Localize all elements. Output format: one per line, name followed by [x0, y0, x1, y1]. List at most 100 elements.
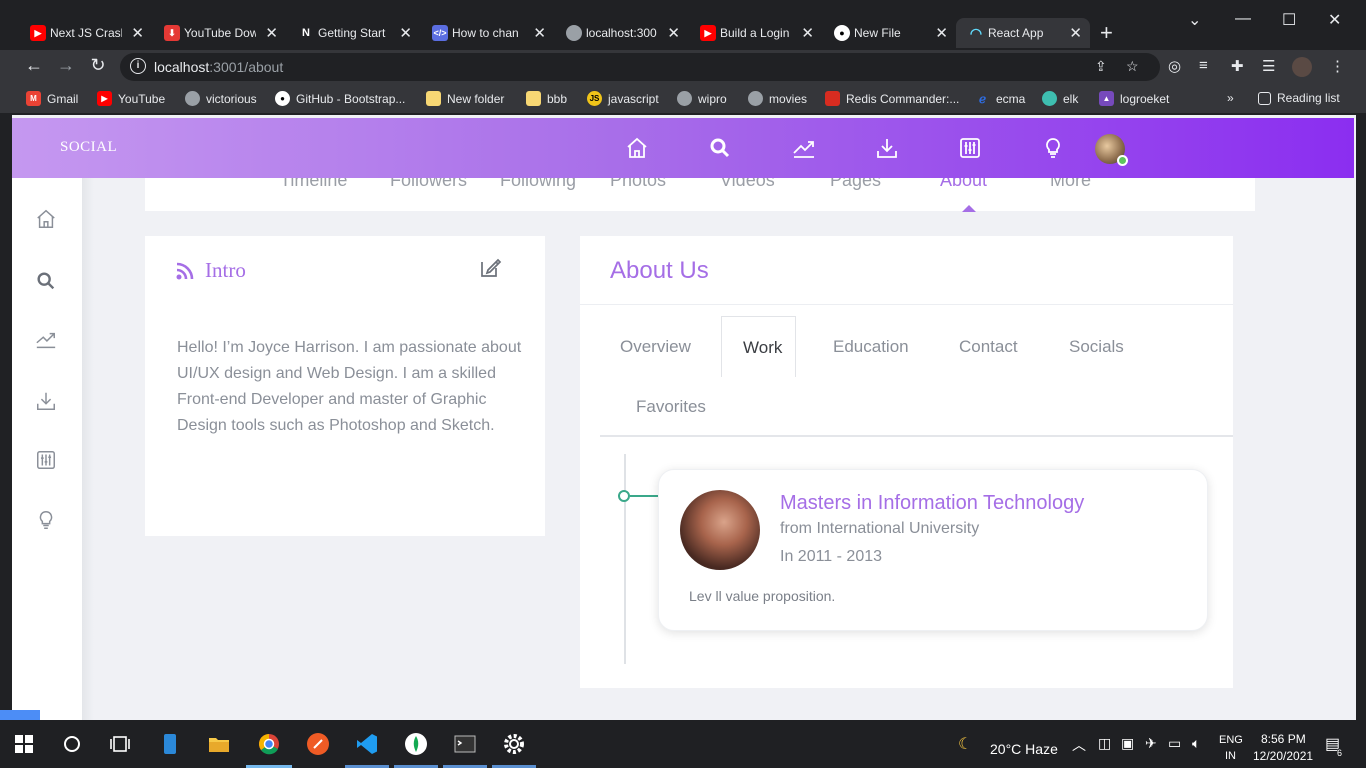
menu-icon[interactable]: ⋮: [1330, 57, 1345, 75]
sidebar-lightbulb-icon[interactable]: [35, 509, 59, 533]
minimize-button[interactable]: —: [1235, 10, 1251, 28]
url-text[interactable]: localhost:3001/about: [154, 59, 283, 75]
more-bookmarks-button[interactable]: »: [1227, 91, 1234, 105]
sidebar-equalizer-icon[interactable]: [35, 449, 59, 473]
tab-work[interactable]: Work: [721, 316, 796, 377]
close-icon[interactable]: ✕: [399, 24, 412, 42]
bookmark-javascript[interactable]: JS javascript: [587, 91, 659, 106]
language-bottom[interactable]: IN: [1225, 750, 1236, 762]
maximize-button[interactable]: ☐: [1282, 10, 1296, 30]
tab-contact[interactable]: Contact: [959, 337, 1018, 357]
extension-list-icon[interactable]: ≡: [1199, 57, 1208, 74]
sidebar-search-icon[interactable]: [35, 270, 59, 294]
tab-education[interactable]: Education: [833, 337, 909, 357]
settings-gear-icon[interactable]: [502, 732, 526, 756]
sidebar-shadow: [82, 178, 94, 720]
sidebar-trending-icon[interactable]: [35, 329, 59, 353]
bookmark-gmail[interactable]: M Gmail: [26, 91, 78, 106]
bookmark-logroeket[interactable]: ▲ logroeket: [1099, 91, 1169, 106]
bookmark-ecma[interactable]: ℯ ecma: [975, 91, 1025, 106]
media-queue-icon[interactable]: ☰: [1262, 57, 1275, 75]
close-icon[interactable]: ✕: [1069, 24, 1082, 42]
clock-time[interactable]: 8:56 PM: [1261, 732, 1306, 746]
file-explorer-icon[interactable]: [207, 732, 231, 756]
trending-icon[interactable]: [792, 136, 816, 160]
reload-button[interactable]: ↻: [86, 55, 110, 76]
share-icon[interactable]: ⇪: [1095, 58, 1107, 75]
tab-label: How to chan: [452, 26, 519, 40]
clock-date[interactable]: 12/20/2021: [1253, 749, 1313, 763]
weather-icon[interactable]: ☾: [958, 734, 972, 754]
battery-icon[interactable]: ▣: [1121, 735, 1134, 752]
home-icon[interactable]: [625, 136, 649, 160]
close-icon[interactable]: ✕: [801, 24, 814, 42]
extension-record-icon[interactable]: ◎: [1168, 57, 1181, 75]
browser-tab[interactable]: N Getting Start ✕: [286, 18, 420, 48]
sidebar-home-icon[interactable]: [35, 208, 59, 232]
terminal-icon[interactable]: [453, 732, 477, 756]
back-button[interactable]: ←: [22, 55, 46, 76]
language-top[interactable]: ENG: [1219, 734, 1243, 746]
weather-text[interactable]: 20°C Haze: [990, 741, 1058, 757]
entry-photo: [680, 490, 760, 570]
search-icon[interactable]: [708, 136, 732, 160]
forward-button[interactable]: →: [54, 55, 78, 76]
bookmark-youtube[interactable]: ▶ YouTube: [97, 91, 165, 106]
bookmark-wipro[interactable]: wipro: [677, 91, 727, 106]
browser-tab-active[interactable]: ◠ React App ✕: [956, 18, 1090, 48]
mongodb-compass-icon[interactable]: [404, 732, 428, 756]
tab-search-icon[interactable]: ⌄: [1188, 10, 1201, 30]
close-icon[interactable]: ✕: [935, 24, 948, 42]
bookmark-elk[interactable]: elk: [1042, 91, 1078, 106]
user-avatar[interactable]: [1095, 134, 1128, 166]
close-icon[interactable]: ✕: [265, 24, 278, 42]
browser-tab[interactable]: ⬇ YouTube Dow ✕: [152, 18, 286, 48]
browser-tab[interactable]: ▶ Build a Login ✕: [688, 18, 822, 48]
close-icon[interactable]: ✕: [533, 24, 546, 42]
blue-strip: [0, 710, 40, 720]
close-window-button[interactable]: ✕: [1328, 10, 1341, 30]
sidebar-download-icon[interactable]: [35, 390, 59, 414]
close-icon[interactable]: ✕: [131, 24, 144, 42]
bookmark-movies[interactable]: movies: [748, 91, 807, 106]
search-icon[interactable]: [60, 732, 84, 756]
new-tab-button[interactable]: +: [1100, 20, 1113, 46]
brand-logo[interactable]: SOCIAL: [60, 139, 117, 156]
equalizer-icon[interactable]: [958, 136, 982, 160]
postman-icon[interactable]: [306, 732, 330, 756]
tab-overview[interactable]: Overview: [620, 337, 691, 357]
phone-link-icon[interactable]: [158, 732, 182, 756]
download-icon: ⬇: [164, 25, 180, 41]
chrome-icon[interactable]: [257, 732, 281, 756]
edit-icon[interactable]: [478, 256, 502, 280]
bookmark-bbb[interactable]: bbb: [526, 91, 567, 106]
tab-favorites[interactable]: Favorites: [636, 397, 706, 417]
bookmark-redis[interactable]: Redis Commander:...: [825, 91, 959, 106]
browser-tab[interactable]: ▶ Next JS Crash ✕: [18, 18, 152, 48]
bookmark-new-folder[interactable]: New folder: [426, 91, 504, 106]
task-view-icon[interactable]: [108, 732, 132, 756]
tab-socials[interactable]: Socials: [1069, 337, 1124, 357]
download-icon[interactable]: [875, 136, 899, 160]
chevron-up-icon[interactable]: ︿: [1072, 735, 1086, 755]
vscode-icon[interactable]: [355, 732, 379, 756]
volume-icon[interactable]: 🔈︎: [1192, 735, 1200, 752]
airplane-icon[interactable]: ✈: [1145, 735, 1157, 752]
profile-avatar[interactable]: [1292, 57, 1312, 77]
bookmark-github-bootstrap[interactable]: ● GitHub - Bootstrap...: [275, 91, 405, 106]
network-adapter-icon[interactable]: ◫: [1098, 735, 1111, 752]
close-icon[interactable]: ✕: [667, 24, 680, 42]
display-icon[interactable]: ▭: [1168, 735, 1181, 752]
bookmark-star-icon[interactable]: ☆: [1126, 58, 1139, 75]
windows-start-icon[interactable]: [12, 732, 36, 756]
bookmark-victorious[interactable]: victorious: [185, 91, 257, 106]
site-info-icon[interactable]: i: [130, 58, 146, 74]
reading-list-button[interactable]: Reading list: [1258, 91, 1340, 105]
browser-tab[interactable]: </> How to chan ✕: [420, 18, 554, 48]
extensions-puzzle-icon[interactable]: ✚: [1231, 57, 1244, 75]
browser-tab[interactable]: ● New File ✕: [822, 18, 956, 48]
entry-title[interactable]: Masters in Information Technology: [780, 492, 1084, 515]
address-bar[interactable]: i localhost:3001/about ⇪ ☆: [120, 53, 1160, 81]
browser-tab[interactable]: localhost:300 ✕: [554, 18, 688, 48]
lightbulb-icon[interactable]: [1041, 136, 1065, 160]
